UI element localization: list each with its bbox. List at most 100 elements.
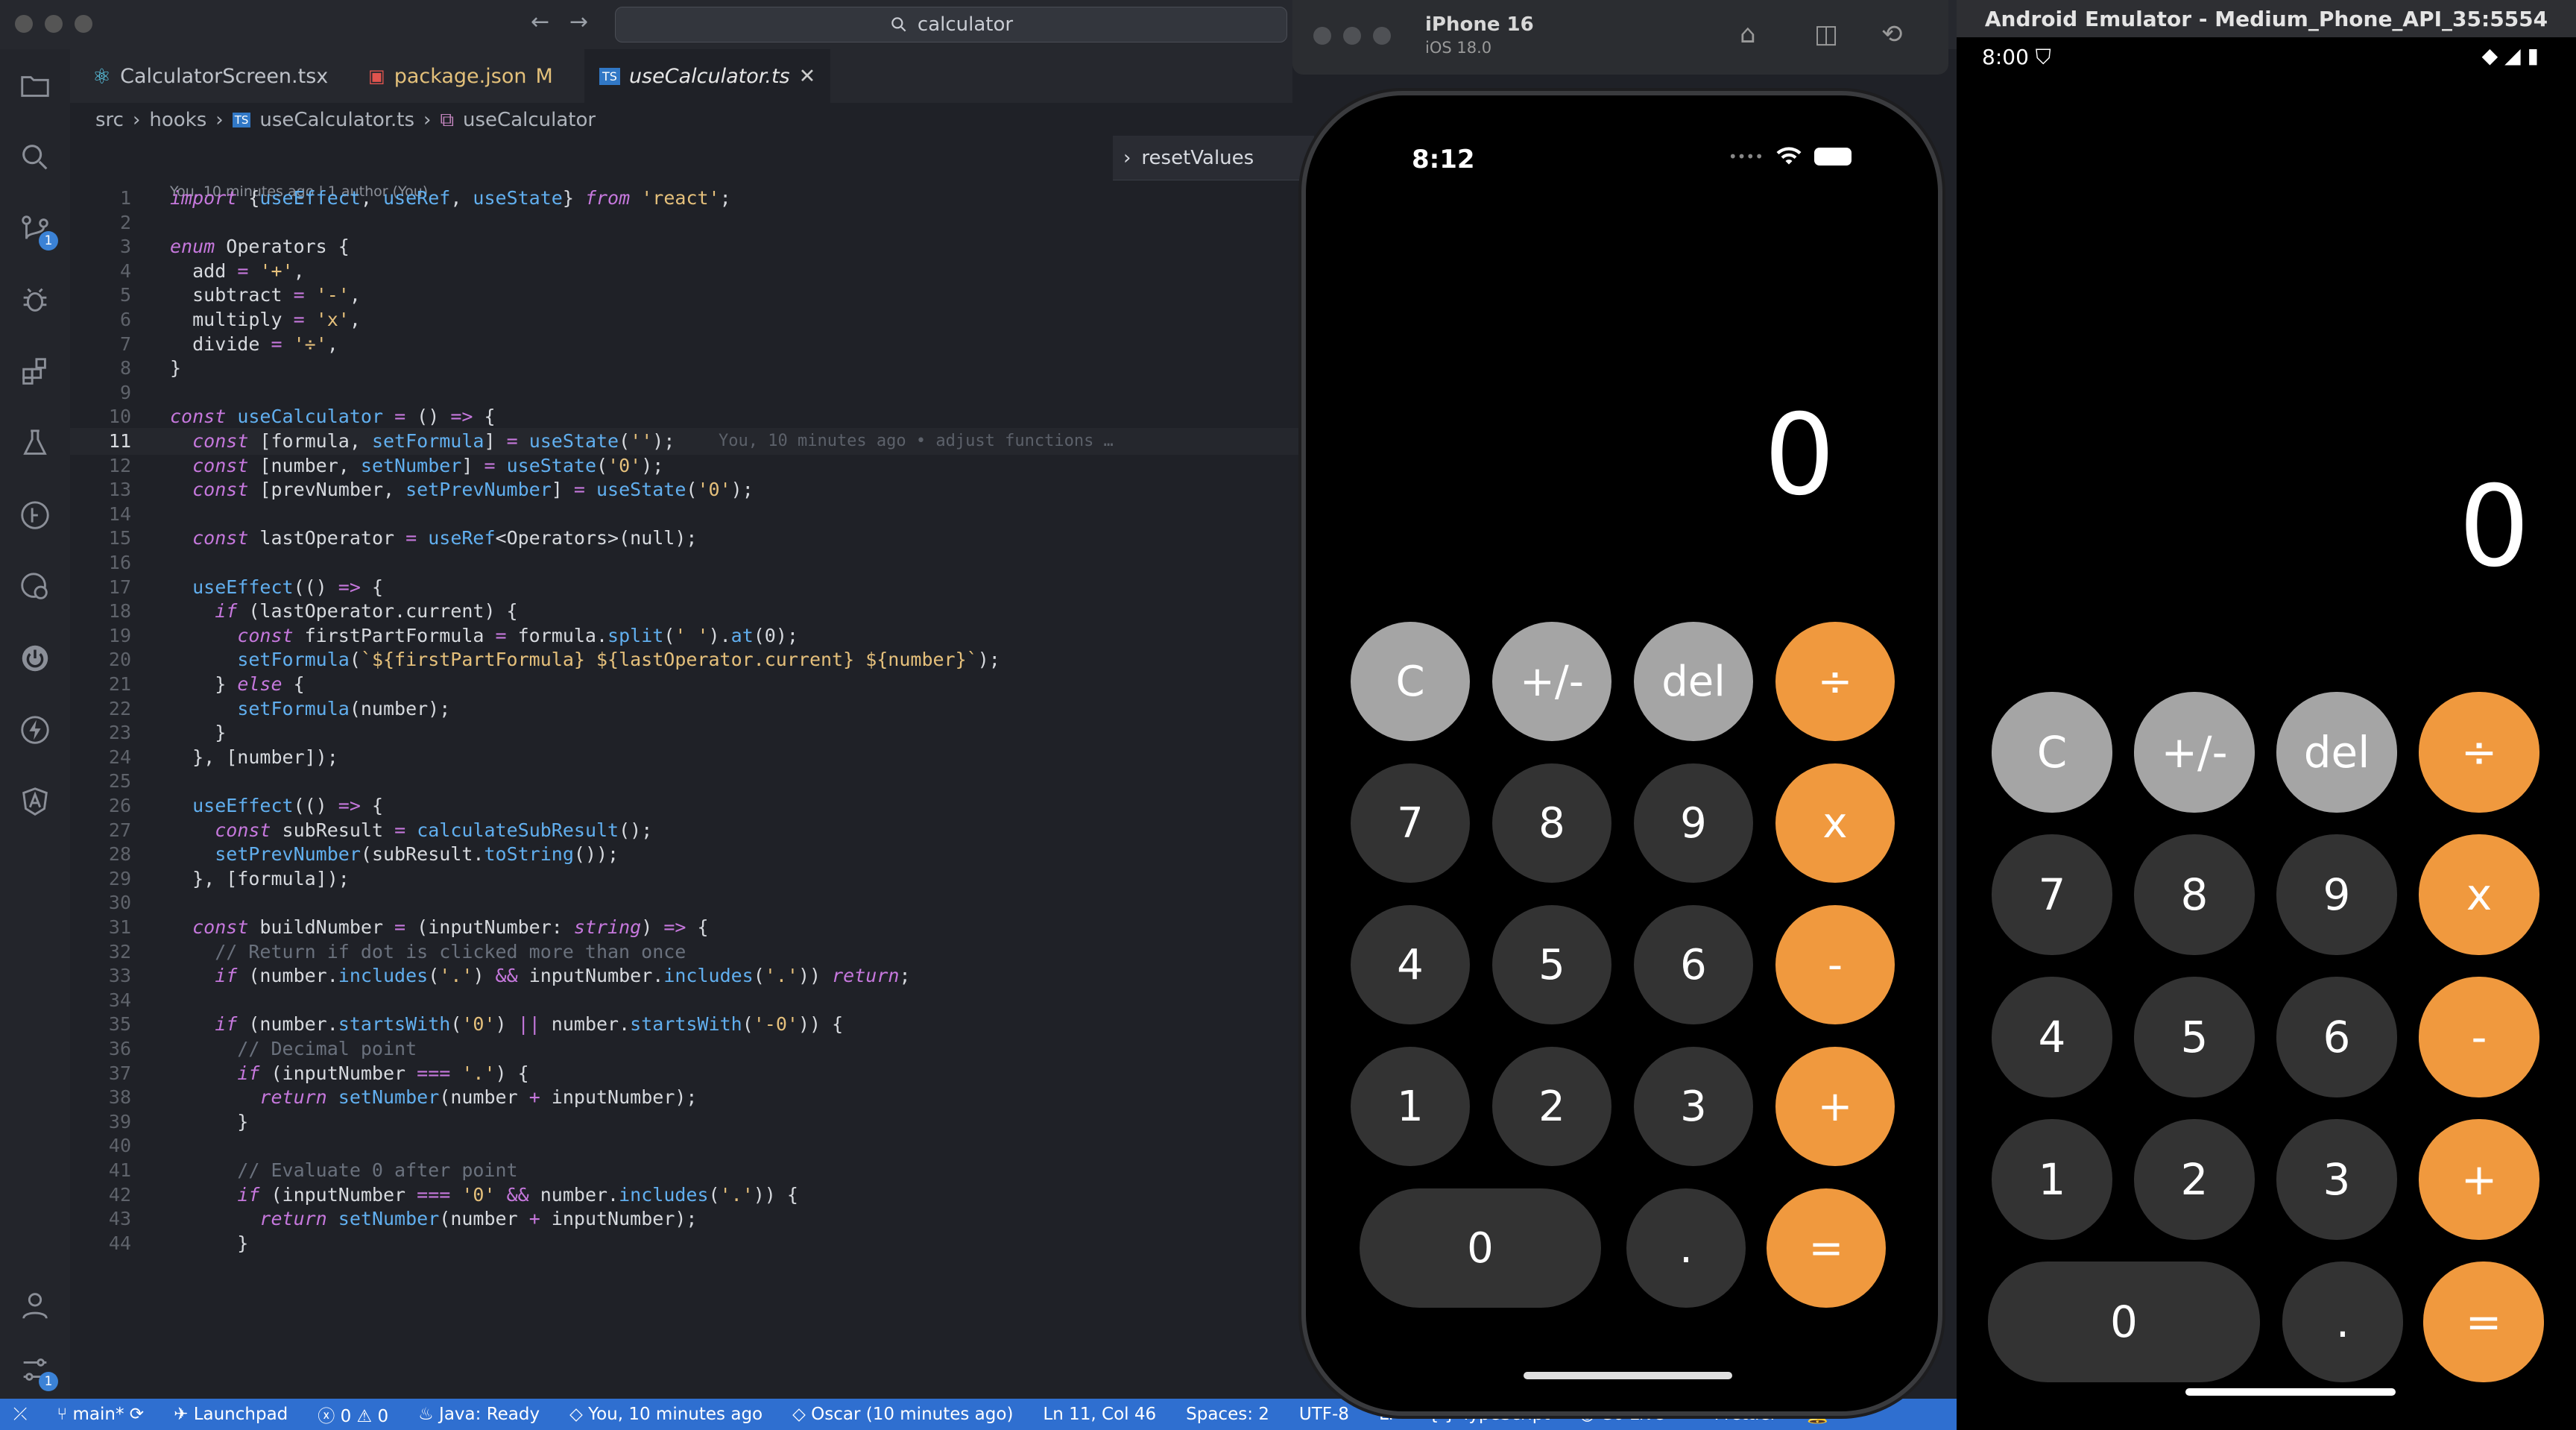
key-6-button[interactable]: 6 [1634,905,1753,1024]
git-graph-icon[interactable] [16,497,54,534]
code-line[interactable]: 24 }, [number]); [70,744,1300,771]
code-line[interactable]: 43 return setNumber(number + inputNumber… [70,1206,1300,1232]
close-window-button[interactable] [15,15,33,33]
code-line[interactable]: 32 // Return if dot is clicked more than… [70,939,1300,966]
code-line[interactable]: 7 divide = '÷', [70,331,1300,358]
blame-status[interactable]: ◇ You, 10 minutes ago [569,1405,763,1424]
code-line[interactable]: 3 enum Operators { [70,233,1300,260]
code-line[interactable]: 39 } [70,1109,1300,1136]
key-divide-button[interactable]: ÷ [1775,622,1895,741]
code-line[interactable]: 44 } [70,1230,1300,1257]
code-line[interactable]: 28 setPrevNumber(subResult.toString()); [70,841,1300,868]
key-2-button[interactable]: 2 [2134,1119,2255,1240]
key-toggle-sign-button[interactable]: +/- [2134,692,2255,813]
code-line[interactable]: 33 if (number.includes('.') && inputNumb… [70,963,1300,989]
gesture-bar[interactable] [2185,1388,2396,1396]
code-line[interactable]: 11 const [formula, setFormula] = useStat… [70,428,1300,455]
code-line[interactable]: 26 useEffect(() => { [70,793,1300,819]
settings-gear-icon[interactable]: 1 [16,1351,58,1391]
code-line[interactable]: 5 subtract = '-', [70,282,1300,309]
extensions-icon[interactable] [16,353,54,391]
key-del-button[interactable]: del [1634,622,1753,741]
code-line[interactable]: 30 [70,889,1300,916]
key-4-button[interactable]: 4 [1992,977,2112,1097]
rotate-icon[interactable]: ⟲ [1881,19,1903,49]
cursor-position[interactable]: Ln 11, Col 46 [1043,1405,1156,1424]
code-line[interactable]: 40 [70,1133,1300,1159]
key-equals-button[interactable]: = [2423,1262,2544,1382]
back-arrow-icon[interactable]: ← [531,9,549,35]
code-line[interactable]: 13 const [prevNumber, setPrevNumber] = u… [70,476,1300,503]
remote-explorer-icon[interactable] [16,568,54,605]
code-line[interactable]: 29 }, [formula]); [70,866,1300,892]
key-0-button[interactable]: 0 [1360,1188,1601,1308]
key-5-button[interactable]: 5 [1492,905,1611,1024]
breadcrumb-symbol[interactable]: useCalculator [463,109,596,131]
key-3-button[interactable]: 3 [1634,1047,1753,1166]
code-line[interactable]: 18 if (lastOperator.current) { [70,598,1300,625]
key-toggle-sign-button[interactable]: +/- [1492,622,1611,741]
key-3-button[interactable]: 3 [2276,1119,2397,1240]
search-icon[interactable] [16,139,54,176]
key-8-button[interactable]: 8 [1492,763,1611,883]
angular-icon[interactable] [16,783,54,820]
key-decimal-button[interactable]: . [2282,1262,2403,1382]
branch-status[interactable]: ⑂ main* ⟳ [57,1405,144,1424]
lightning-icon[interactable] [16,711,54,749]
code-line[interactable]: 38 return setNumber(number + inputNumber… [70,1084,1300,1111]
key-clear-button[interactable]: C [1992,692,2112,813]
code-line[interactable]: 31 const buildNumber = (inputNumber: str… [70,914,1300,941]
code-line[interactable]: 36 // Decimal point [70,1036,1300,1062]
key-6-button[interactable]: 6 [2276,977,2397,1097]
minimize-window-button[interactable] [1343,27,1361,45]
launchpad-status[interactable]: ✈ Launchpad [174,1405,288,1424]
code-line[interactable]: 34 [70,987,1300,1014]
author-status[interactable]: ◇ Oscar (10 minutes ago) [792,1405,1013,1424]
remote-icon[interactable]: ⤫ [0,1405,27,1424]
power-icon[interactable] [16,640,54,677]
code-line[interactable]: 37 if (inputNumber === '.') { [70,1060,1300,1087]
code-line[interactable]: 16 [70,549,1300,576]
key-decimal-button[interactable]: . [1626,1188,1746,1308]
code-line[interactable]: 4 add = '+', [70,258,1300,285]
tab-use-calculator[interactable]: TS useCalculator.ts ✕ [584,49,831,103]
code-line[interactable]: 22 setFormula(number); [70,696,1300,722]
home-icon[interactable]: ⌂ [1740,19,1756,49]
key-subtract-button[interactable]: - [2419,977,2539,1097]
command-center-search[interactable]: calculator [615,7,1287,42]
problems-status[interactable]: ⓧ 0 ⚠ 0 [318,1402,388,1427]
close-window-button[interactable] [1313,27,1331,45]
home-indicator[interactable] [1524,1372,1732,1379]
code-editor[interactable]: 1 import {useEffect, useRef, useState} fr… [70,179,1300,1398]
key-0-button[interactable]: 0 [1988,1262,2260,1382]
tab-package-json[interactable]: ▣ package.json M [353,49,568,103]
key-7-button[interactable]: 7 [1992,834,2112,955]
sticky-scroll[interactable]: › resetValues [1113,136,1314,180]
encoding[interactable]: UTF-8 [1299,1405,1349,1424]
code-line[interactable]: 9 [70,379,1300,406]
code-line[interactable]: 12 const [number, setNumber] = useState(… [70,453,1300,479]
key-4-button[interactable]: 4 [1351,905,1470,1024]
code-line[interactable]: 10 const useCalculator = () => { [70,403,1300,430]
key-9-button[interactable]: 9 [1634,763,1753,883]
code-line[interactable]: 27 const subResult = calculateSubResult(… [70,817,1300,844]
breadcrumb-src[interactable]: src [95,109,124,131]
indentation[interactable]: Spaces: 2 [1186,1405,1269,1424]
code-line[interactable]: 14 [70,501,1300,528]
key-add-button[interactable]: + [1775,1047,1895,1166]
key-multiply-button[interactable]: x [2419,834,2539,955]
zoom-window-button[interactable] [1373,27,1391,45]
source-control-icon[interactable]: 1 [16,210,58,251]
tab-calculator-screen[interactable]: ⚛ CalculatorScreen.tsx [78,49,343,103]
code-line[interactable]: 23 } [70,719,1300,746]
key-add-button[interactable]: + [2419,1119,2539,1240]
key-multiply-button[interactable]: x [1775,763,1895,883]
key-2-button[interactable]: 2 [1492,1047,1611,1166]
code-line[interactable]: 21 } else { [70,671,1300,698]
code-line[interactable]: 20 setFormula(`${firstPartFormula} ${las… [70,646,1300,673]
code-line[interactable]: 19 const firstPartFormula = formula.spli… [70,623,1300,649]
key-9-button[interactable]: 9 [2276,834,2397,955]
breadcrumb-file[interactable]: useCalculator.ts [259,109,414,131]
key-equals-button[interactable]: = [1767,1188,1886,1308]
key-divide-button[interactable]: ÷ [2419,692,2539,813]
